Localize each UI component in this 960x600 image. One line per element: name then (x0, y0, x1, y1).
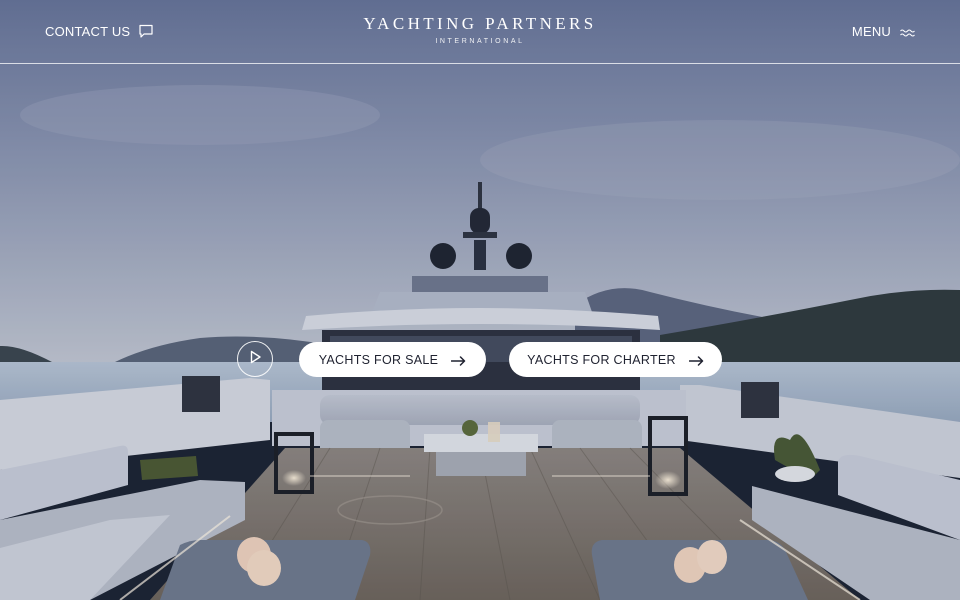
brand-logo[interactable]: YACHTING PARTNERS INTERNATIONAL (0, 14, 960, 45)
play-icon (248, 350, 262, 369)
yachts-for-charter-button[interactable]: YACHTS FOR CHARTER (509, 342, 722, 377)
yachts-for-charter-label: YACHTS FOR CHARTER (527, 352, 676, 367)
hero-cta-row: YACHTS FOR SALE YACHTS FOR CHARTER (0, 341, 960, 379)
arrow-right-icon (451, 355, 466, 366)
site-header: CONTACT US YACHTING PARTNERS INTERNATION… (0, 0, 960, 64)
hero-background-image (0, 0, 960, 600)
arrow-right-icon (688, 355, 704, 366)
menu-button[interactable]: MENU (852, 22, 915, 40)
waves-icon (900, 26, 915, 37)
play-video-button[interactable] (237, 341, 273, 377)
yachts-for-sale-button[interactable]: YACHTS FOR SALE (299, 342, 486, 377)
menu-label: MENU (851, 23, 891, 39)
yachts-for-sale-label: YACHTS FOR SALE (318, 352, 439, 367)
brand-name: YACHTING PARTNERS (363, 14, 597, 33)
brand-subtitle: INTERNATIONAL (435, 38, 525, 45)
